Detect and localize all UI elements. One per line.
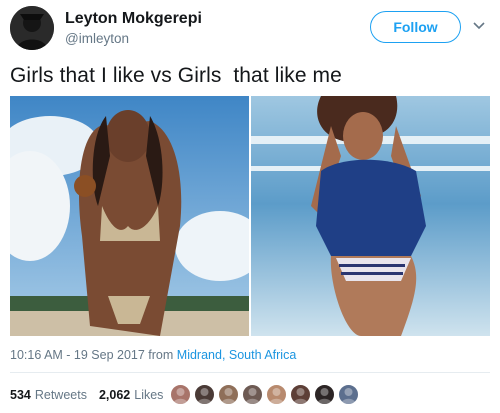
user-name[interactable]: Leyton Mokgerepi bbox=[65, 10, 202, 28]
tweet-stats: 534 Retweets 2,062 Likes bbox=[10, 384, 175, 406]
tweet-text: Girls that I like vs Girls that like me bbox=[10, 64, 342, 87]
likes-stat[interactable]: 2,062 Likes bbox=[99, 388, 163, 402]
liker-avatar[interactable] bbox=[218, 384, 239, 405]
follow-button[interactable]: Follow bbox=[370, 11, 461, 43]
liker-avatar[interactable] bbox=[314, 384, 335, 405]
retweets-label: Retweets bbox=[34, 388, 87, 402]
liker-avatar[interactable] bbox=[290, 384, 311, 405]
liker-avatar[interactable] bbox=[338, 384, 359, 405]
liker-avatar[interactable] bbox=[170, 384, 191, 405]
photo-right[interactable] bbox=[251, 96, 490, 336]
tweet-header: Leyton Mokgerepi @imleyton Follow bbox=[10, 6, 490, 52]
divider bbox=[10, 372, 490, 373]
retweets-count: 534 bbox=[10, 388, 31, 402]
tweet-meta: 10:16 AM - 19 Sep 2017 from Midrand, Sou… bbox=[10, 348, 296, 362]
chevron-down-icon[interactable] bbox=[471, 18, 487, 34]
likes-count: 2,062 bbox=[98, 388, 131, 402]
location-link[interactable]: Midrand, South Africa bbox=[177, 348, 297, 362]
photo-left[interactable] bbox=[10, 96, 249, 336]
liker-avatar[interactable] bbox=[266, 384, 287, 405]
retweets-stat[interactable]: 534 Retweets bbox=[10, 388, 87, 402]
tweet-media[interactable] bbox=[10, 96, 490, 336]
liker-avatar[interactable] bbox=[194, 384, 215, 405]
avatar[interactable] bbox=[10, 6, 54, 50]
liker-avatars bbox=[170, 384, 362, 406]
timestamp[interactable]: 10:16 AM - 19 Sep 2017 from bbox=[10, 348, 177, 362]
user-handle[interactable]: @imleyton bbox=[65, 31, 129, 46]
liker-avatar[interactable] bbox=[242, 384, 263, 405]
likes-label: Likes bbox=[134, 388, 164, 402]
